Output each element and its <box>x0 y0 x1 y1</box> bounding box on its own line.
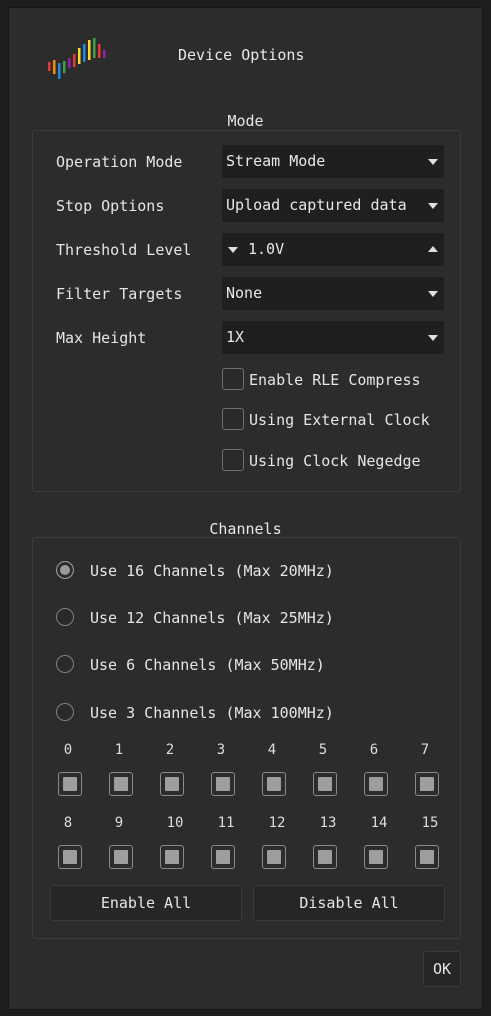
channel-9-checkbox[interactable] <box>109 845 133 869</box>
channel-number: 2 <box>165 742 175 758</box>
dialog-title: Device Options <box>178 46 305 64</box>
radio-label: Use 16 Channels (Max 20MHz) <box>90 562 334 580</box>
threshold-level-spinbox[interactable]: 1.0V <box>222 233 444 266</box>
channel-13-checkbox[interactable] <box>313 845 337 869</box>
ok-button[interactable]: OK <box>423 951 461 987</box>
radio-indicator[interactable] <box>56 703 74 721</box>
channel-number: 6 <box>369 742 379 758</box>
mode-group <box>32 130 461 492</box>
channel-number: 1 <box>114 742 124 758</box>
channel-number: 13 <box>319 815 337 831</box>
channel-4-checkbox[interactable] <box>262 772 286 796</box>
channel-1-checkbox[interactable] <box>109 772 133 796</box>
checkbox-box[interactable] <box>222 449 244 471</box>
channel-number: 15 <box>421 815 439 831</box>
channels-group-title: Channels <box>209 520 282 538</box>
threshold-level-label: Threshold Level <box>56 241 192 259</box>
operation-mode-value: Stream Mode <box>226 152 326 170</box>
filter-targets-select[interactable]: None <box>222 277 444 310</box>
channel-number: 14 <box>370 815 388 831</box>
radio-label: Use 6 Channels (Max 50MHz) <box>90 656 325 674</box>
operation-mode-select[interactable]: Stream Mode <box>222 145 444 178</box>
chevron-down-icon <box>428 335 438 341</box>
max-height-label: Max Height <box>56 329 147 347</box>
channel-number: 12 <box>268 815 286 831</box>
chevron-down-icon <box>428 159 438 165</box>
channel-14-checkbox[interactable] <box>364 845 388 869</box>
channel-5-checkbox[interactable] <box>313 772 337 796</box>
channel-11-checkbox[interactable] <box>211 845 235 869</box>
channel-12-checkbox[interactable] <box>262 845 286 869</box>
disable-all-button[interactable]: Disable All <box>253 885 445 921</box>
max-height-value: 1X <box>226 328 245 346</box>
channel-number: 9 <box>114 815 124 831</box>
radio-indicator[interactable] <box>56 655 74 673</box>
channel-8-checkbox[interactable] <box>58 845 82 869</box>
channel-0-checkbox[interactable] <box>58 772 82 796</box>
stop-options-select[interactable]: Upload captured data <box>222 189 444 222</box>
checkbox-label: Using Clock Negedge <box>249 452 421 470</box>
channel-15-checkbox[interactable] <box>415 845 439 869</box>
radio-indicator[interactable] <box>56 561 74 579</box>
checkbox-box[interactable] <box>222 368 244 390</box>
radio-indicator[interactable] <box>56 608 74 626</box>
channel-number: 0 <box>63 742 73 758</box>
max-height-select[interactable]: 1X <box>222 321 444 354</box>
channel-number: 5 <box>318 742 328 758</box>
channel-10-checkbox[interactable] <box>160 845 184 869</box>
channel-number: 3 <box>216 742 226 758</box>
channel-2-checkbox[interactable] <box>160 772 184 796</box>
checkbox-label: Using External Clock <box>249 411 430 429</box>
app-logo-icon <box>48 38 106 79</box>
channel-number: 11 <box>217 815 235 831</box>
channel-number: 7 <box>420 742 430 758</box>
decrement-arrow-icon[interactable] <box>228 247 238 253</box>
increment-arrow-icon[interactable] <box>428 246 438 252</box>
chevron-down-icon <box>428 291 438 297</box>
stop-options-value: Upload captured data <box>226 196 407 214</box>
filter-targets-label: Filter Targets <box>56 285 183 303</box>
checkbox-label: Enable RLE Compress <box>249 371 421 389</box>
checkbox-box[interactable] <box>222 408 244 430</box>
channel-number: 10 <box>166 815 184 831</box>
channel-3-checkbox[interactable] <box>211 772 235 796</box>
enable-all-button[interactable]: Enable All <box>50 885 242 921</box>
channels-group <box>32 537 461 939</box>
stop-options-label: Stop Options <box>56 197 165 215</box>
channel-number: 4 <box>267 742 277 758</box>
channel-number: 8 <box>63 815 73 831</box>
chevron-down-icon <box>428 203 438 209</box>
radio-label: Use 3 Channels (Max 100MHz) <box>90 704 334 722</box>
channel-7-checkbox[interactable] <box>415 772 439 796</box>
threshold-level-value: 1.0V <box>248 240 285 258</box>
operation-mode-label: Operation Mode <box>56 153 183 171</box>
mode-group-title: Mode <box>227 112 264 130</box>
filter-targets-value: None <box>226 284 263 302</box>
radio-label: Use 12 Channels (Max 25MHz) <box>90 609 334 627</box>
channel-6-checkbox[interactable] <box>364 772 388 796</box>
